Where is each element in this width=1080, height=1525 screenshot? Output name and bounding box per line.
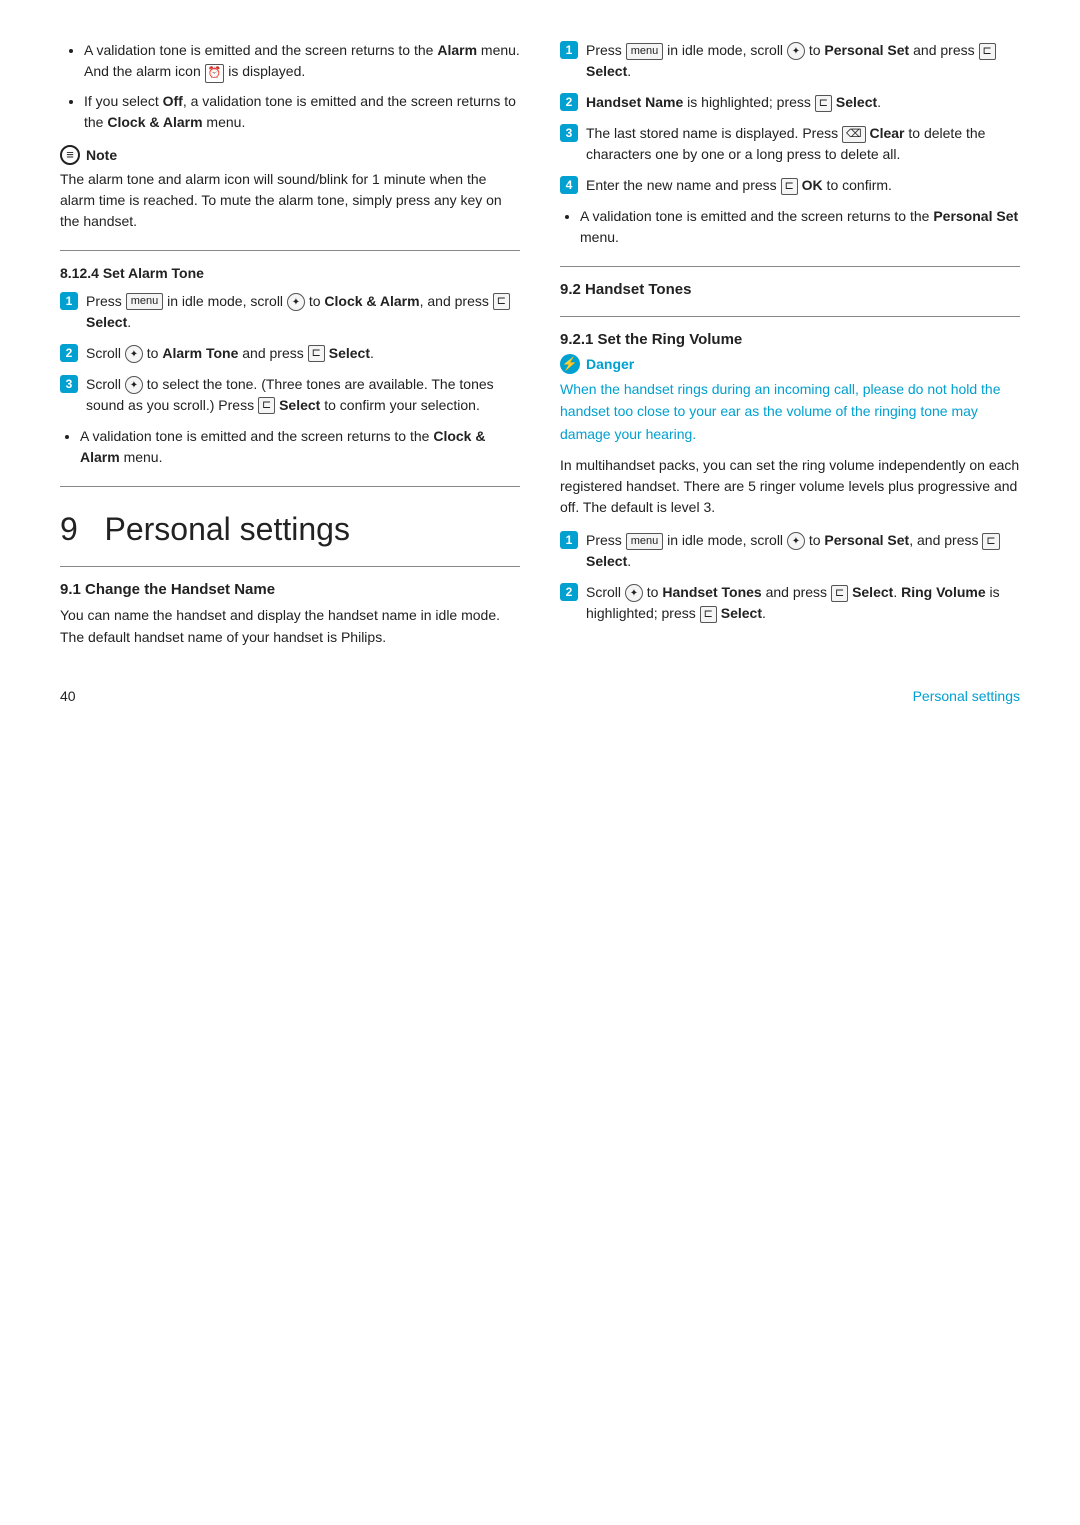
- clear-key-r3: ⌫: [842, 126, 866, 143]
- step-badge-r3: 3: [560, 124, 578, 142]
- select-key-3: ⊏: [258, 397, 275, 414]
- step-list-8124: 1 Press menu in idle mode, scroll ✦ to C…: [60, 291, 520, 416]
- step-1: 1 Press menu in idle mode, scroll ✦ to C…: [60, 291, 520, 333]
- page-footer: 40 Personal settings: [60, 688, 1020, 704]
- scroll-icon-921-2: ✦: [625, 584, 643, 602]
- menu-key-r1: menu: [626, 43, 664, 60]
- danger-icon: ⚡: [560, 354, 580, 374]
- note-text: The alarm tone and alarm icon will sound…: [60, 169, 520, 232]
- step-921-1: 1 Press menu in idle mode, scroll ✦ to P…: [560, 530, 1020, 572]
- step-content-921-2: Scroll ✦ to Handset Tones and press ⊏ Se…: [586, 582, 1020, 624]
- step-r4: 4 Enter the new name and press ⊏ OK to c…: [560, 175, 1020, 196]
- sub-bullet-r1: A validation tone is emitted and the scr…: [580, 206, 1020, 248]
- right-column: 1 Press menu in idle mode, scroll ✦ to P…: [560, 40, 1020, 648]
- step-content-1: Press menu in idle mode, scroll ✦ to Clo…: [86, 291, 520, 333]
- scroll-icon-1: ✦: [287, 293, 305, 311]
- step-content-r3: The last stored name is displayed. Press…: [586, 123, 1020, 165]
- subsection-92: 9.2 Handset Tones: [560, 281, 1020, 298]
- step-r1: 1 Press menu in idle mode, scroll ✦ to P…: [560, 40, 1020, 82]
- danger-title: ⚡ Danger: [560, 354, 1020, 374]
- select-key-r4: ⊏: [781, 178, 798, 195]
- step-r2: 2 Handset Name is highlighted; press ⊏ S…: [560, 92, 1020, 113]
- danger-label: Danger: [586, 356, 634, 372]
- note-label: Note: [86, 147, 117, 163]
- scroll-icon-921-1: ✦: [787, 532, 805, 550]
- step-list-91: 1 Press menu in idle mode, scroll ✦ to P…: [560, 40, 1020, 196]
- step-list-921: 1 Press menu in idle mode, scroll ✦ to P…: [560, 530, 1020, 624]
- select-key-2: ⊏: [308, 345, 325, 362]
- step-content-r2: Handset Name is highlighted; press ⊏ Sel…: [586, 92, 1020, 113]
- subsection-921: 9.2.1 Set the Ring Volume ⚡ Danger When …: [560, 331, 1020, 624]
- scroll-icon-r1: ✦: [787, 42, 805, 60]
- bullet-2: If you select Off, a validation tone is …: [84, 91, 520, 133]
- subsection-8124: 8.12.4 Set Alarm Tone 1 Press menu in id…: [60, 265, 520, 468]
- select-key-r2: ⊏: [815, 95, 832, 112]
- divider-r2: [560, 316, 1020, 317]
- top-bullets: A validation tone is emitted and the scr…: [60, 40, 520, 133]
- scroll-icon-3: ✦: [125, 376, 143, 394]
- step-content-r1: Press menu in idle mode, scroll ✦ to Per…: [586, 40, 1020, 82]
- step-r3: 3 The last stored name is displayed. Pre…: [560, 123, 1020, 165]
- select-key-r1: ⊏: [979, 43, 996, 60]
- chapter-heading: 9 Personal settings: [60, 511, 520, 548]
- sub-bullet-1: A validation tone is emitted and the scr…: [80, 426, 520, 468]
- page-layout: A validation tone is emitted and the scr…: [60, 40, 1020, 648]
- section-91-text: You can name the handset and display the…: [60, 604, 520, 649]
- divider-1: [60, 250, 520, 251]
- step-content-3: Scroll ✦ to select the tone. (Three tone…: [86, 374, 520, 416]
- left-column: A validation tone is emitted and the scr…: [60, 40, 520, 648]
- step-badge-2: 2: [60, 344, 78, 362]
- step-badge-921-1: 1: [560, 531, 578, 549]
- scroll-icon-2: ✦: [125, 345, 143, 363]
- step-badge-1: 1: [60, 292, 78, 310]
- chapter-number: 9: [60, 511, 78, 547]
- menu-key-921-1: menu: [626, 533, 664, 550]
- select-key-921-2: ⊏: [831, 585, 848, 602]
- divider-3: [60, 566, 520, 567]
- section-92-title: 9.2 Handset Tones: [560, 281, 1020, 298]
- subsection-8124-title: 8.12.4 Set Alarm Tone: [60, 265, 520, 281]
- divider-r1: [560, 266, 1020, 267]
- note-icon: ≡: [60, 145, 80, 165]
- step-badge-r2: 2: [560, 93, 578, 111]
- step-2: 2 Scroll ✦ to Alarm Tone and press ⊏ Sel…: [60, 343, 520, 364]
- step-badge-3: 3: [60, 375, 78, 393]
- step-3: 3 Scroll ✦ to select the tone. (Three to…: [60, 374, 520, 416]
- section-921-title: 9.2.1 Set the Ring Volume: [560, 331, 1020, 348]
- select-key-1: ⊏: [493, 293, 510, 310]
- section-921-intro: In multihandset packs, you can set the r…: [560, 455, 1020, 518]
- step-921-2: 2 Scroll ✦ to Handset Tones and press ⊏ …: [560, 582, 1020, 624]
- subsection-91: 9.1 Change the Handset Name You can name…: [60, 581, 520, 649]
- step-badge-r4: 4: [560, 176, 578, 194]
- danger-text: When the handset rings during an incomin…: [560, 378, 1020, 445]
- divider-2: [60, 486, 520, 487]
- step-badge-921-2: 2: [560, 583, 578, 601]
- select-key-921-2b: ⊏: [700, 606, 717, 623]
- bullet-1: A validation tone is emitted and the scr…: [84, 40, 520, 83]
- menu-key: menu: [126, 293, 164, 310]
- chapter-title: Personal settings: [104, 511, 349, 547]
- note-title: ≡ Note: [60, 145, 520, 165]
- sub-bullets-8124: A validation tone is emitted and the scr…: [60, 426, 520, 468]
- step-content-2: Scroll ✦ to Alarm Tone and press ⊏ Selec…: [86, 343, 520, 364]
- select-key-921-1: ⊏: [982, 533, 999, 550]
- footer-section-name: Personal settings: [913, 688, 1020, 704]
- step-content-r4: Enter the new name and press ⊏ OK to con…: [586, 175, 1020, 196]
- section-91-title: 9.1 Change the Handset Name: [60, 581, 520, 598]
- note-box: ≡ Note The alarm tone and alarm icon wil…: [60, 145, 520, 232]
- step-badge-r1: 1: [560, 41, 578, 59]
- page-number: 40: [60, 688, 76, 704]
- step-content-921-1: Press menu in idle mode, scroll ✦ to Per…: [586, 530, 1020, 572]
- sub-bullets-r-top: A validation tone is emitted and the scr…: [560, 206, 1020, 248]
